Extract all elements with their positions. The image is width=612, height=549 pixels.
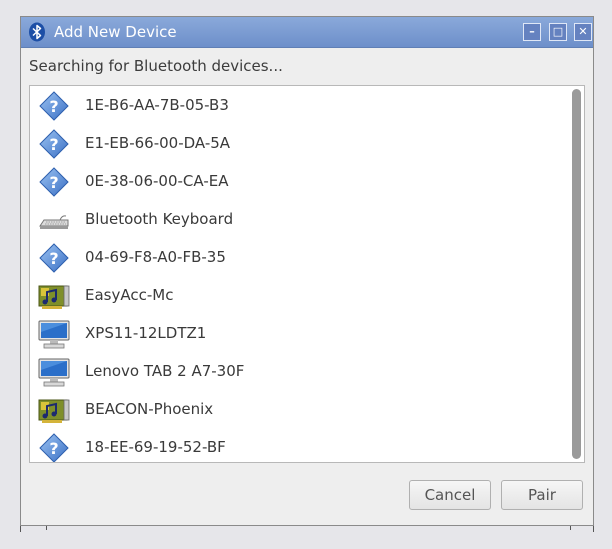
device-list[interactable]: ? 1E-B6-AA-7B-05-B3? E1-EB-66-00-DA-5A? 0E-…: [29, 85, 585, 463]
unknown-device-icon: ?: [38, 128, 70, 160]
cancel-button[interactable]: Cancel: [409, 480, 491, 510]
device-row[interactable]: Bluetooth Keyboard: [30, 201, 570, 239]
device-label: BEACON-Phoenix: [85, 400, 214, 418]
scrollbar-thumb[interactable]: [572, 89, 581, 459]
device-row[interactable]: Lenovo TAB 2 A7-30F: [30, 353, 570, 391]
device-row[interactable]: BEACON-Phoenix: [30, 391, 570, 429]
device-label: 0E-38-06-00-CA-EA: [85, 172, 229, 190]
device-label: 04-69-F8-A0-FB-35: [85, 248, 226, 266]
device-row[interactable]: EasyAcc-Mc: [30, 277, 570, 315]
pair-button[interactable]: Pair: [501, 480, 583, 510]
maximize-button[interactable]: □: [549, 23, 567, 41]
keyboard-icon: [38, 204, 70, 236]
unknown-device-icon: ?: [38, 166, 70, 198]
svg-text:?: ?: [49, 97, 58, 116]
title-bar[interactable]: Add New Device – □ ✕: [21, 17, 593, 48]
svg-text:?: ?: [49, 439, 58, 458]
device-label: EasyAcc-Mc: [85, 286, 174, 304]
edge-tick: [570, 526, 571, 530]
device-row[interactable]: ? 0E-38-06-00-CA-EA: [30, 163, 570, 201]
minimize-icon: –: [529, 25, 535, 38]
edge-tick: [46, 526, 47, 530]
device-row[interactable]: ? 18-EE-69-19-52-BF: [30, 429, 570, 462]
maximize-icon: □: [552, 25, 564, 38]
device-label: Bluetooth Keyboard: [85, 210, 234, 228]
device-row[interactable]: ? E1-EB-66-00-DA-5A: [30, 125, 570, 163]
device-label: 18-EE-69-19-52-BF: [85, 438, 226, 456]
svg-text:?: ?: [49, 173, 58, 192]
search-status: Searching for Bluetooth devices...: [29, 57, 283, 75]
unknown-device-icon: ?: [38, 90, 70, 122]
device-row[interactable]: ? 04-69-F8-A0-FB-35: [30, 239, 570, 277]
unknown-device-icon: ?: [38, 242, 70, 274]
window-title: Add New Device: [54, 23, 177, 41]
device-label: E1-EB-66-00-DA-5A: [85, 134, 231, 152]
svg-text:?: ?: [49, 135, 58, 154]
unknown-device-icon: ?: [38, 432, 70, 462]
audio-card-icon: [38, 394, 70, 426]
device-row[interactable]: XPS11-12LDTZ1: [30, 315, 570, 353]
device-label: Lenovo TAB 2 A7-30F: [85, 362, 245, 380]
bluetooth-icon: [29, 22, 45, 42]
minimize-button[interactable]: –: [523, 23, 541, 41]
svg-text:?: ?: [49, 249, 58, 268]
scrollbar[interactable]: [572, 89, 581, 461]
window-bottom-edge: [20, 526, 594, 532]
close-icon: ✕: [578, 25, 588, 38]
computer-icon: [38, 356, 70, 388]
device-row[interactable]: ? 1E-B6-AA-7B-05-B3: [30, 87, 570, 125]
audio-card-icon: [38, 280, 70, 312]
device-label: XPS11-12LDTZ1: [85, 324, 207, 342]
computer-icon: [38, 318, 70, 350]
device-label: 1E-B6-AA-7B-05-B3: [85, 96, 229, 114]
add-device-window: Add New Device – □ ✕ Searching for Bluet…: [20, 16, 594, 526]
close-button[interactable]: ✕: [574, 23, 592, 41]
